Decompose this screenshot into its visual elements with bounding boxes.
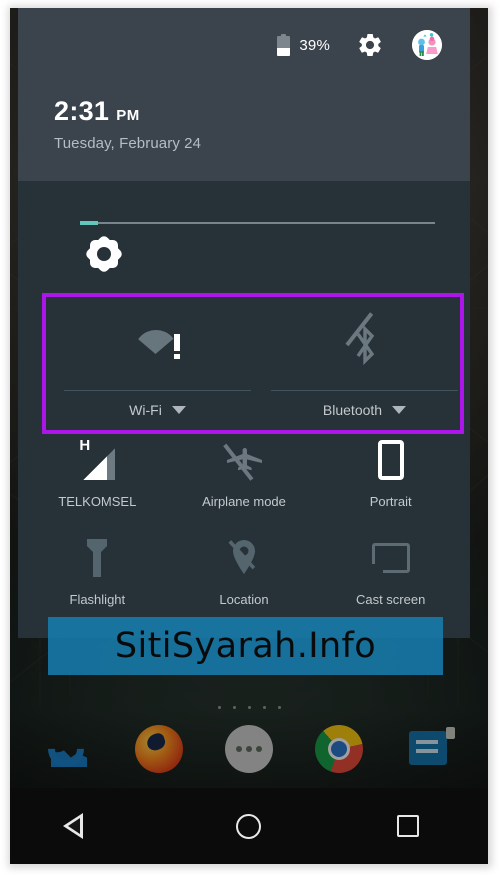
navigation-bar — [10, 788, 488, 864]
battery-percent-label: 39% — [299, 36, 330, 54]
flashlight-icon — [24, 532, 171, 584]
shade-header: 39% 2:31 PM Tuesday, February 24 — [18, 8, 470, 181]
tile-location-label: Location — [219, 592, 269, 607]
selection-highlight-box — [42, 293, 464, 434]
tile-airplane-mode[interactable]: Airplane mode — [171, 424, 318, 522]
brightness-track[interactable] — [80, 222, 435, 224]
tile-location[interactable]: Location — [171, 522, 318, 620]
back-triangle-icon[interactable] — [60, 803, 120, 849]
screenshot-frame: 39% 2:31 PM Tuesday, February 24 Wi-Fi B… — [0, 0, 500, 875]
cellular-signal-icon: H — [24, 434, 171, 486]
tile-cellular[interactable]: H TELKOMSEL — [24, 424, 171, 522]
tile-cast-label: Cast screen — [355, 592, 426, 607]
tiles-row-3: Flashlight Location Cast screen — [18, 522, 470, 620]
brightness-track-fill — [80, 221, 98, 225]
watermark-banner: SitiSyarah.Info — [48, 617, 443, 675]
clock-date: Tuesday, February 24 — [54, 135, 202, 152]
watermark-text: SitiSyarah.Info — [114, 626, 377, 666]
cast-screen-icon — [317, 532, 464, 584]
cellular-badge: H — [79, 437, 91, 454]
phone-screen: 39% 2:31 PM Tuesday, February 24 Wi-Fi B… — [10, 8, 488, 864]
home-circle-icon[interactable] — [219, 803, 279, 849]
screen-rotation-portrait-icon — [317, 434, 464, 486]
clock-time-value: 2:31 — [54, 96, 110, 126]
tile-cellular-label: TELKOMSEL — [58, 494, 137, 509]
tile-cast-screen[interactable]: Cast screen — [317, 522, 464, 620]
battery-icon — [277, 34, 291, 56]
tiles-row-2: H TELKOMSEL Airplane mode Portrait — [18, 424, 470, 522]
user-avatar[interactable] — [412, 30, 442, 60]
gear-icon[interactable] — [356, 31, 384, 59]
airplane-off-icon — [171, 434, 318, 486]
status-row: 39% — [18, 8, 470, 60]
location-off-icon — [171, 532, 318, 584]
tile-flashlight[interactable]: Flashlight — [24, 522, 171, 620]
tile-airplane-label: Airplane mode — [202, 494, 286, 509]
tile-rotation[interactable]: Portrait — [317, 424, 464, 522]
recents-square-icon[interactable] — [378, 803, 438, 849]
tile-flashlight-label: Flashlight — [69, 592, 126, 607]
clock-ampm: PM — [116, 107, 140, 124]
clock-block: 2:31 PM Tuesday, February 24 — [54, 96, 201, 152]
tile-rotation-label: Portrait — [369, 494, 412, 509]
clock-time: 2:31 PM — [54, 96, 201, 127]
